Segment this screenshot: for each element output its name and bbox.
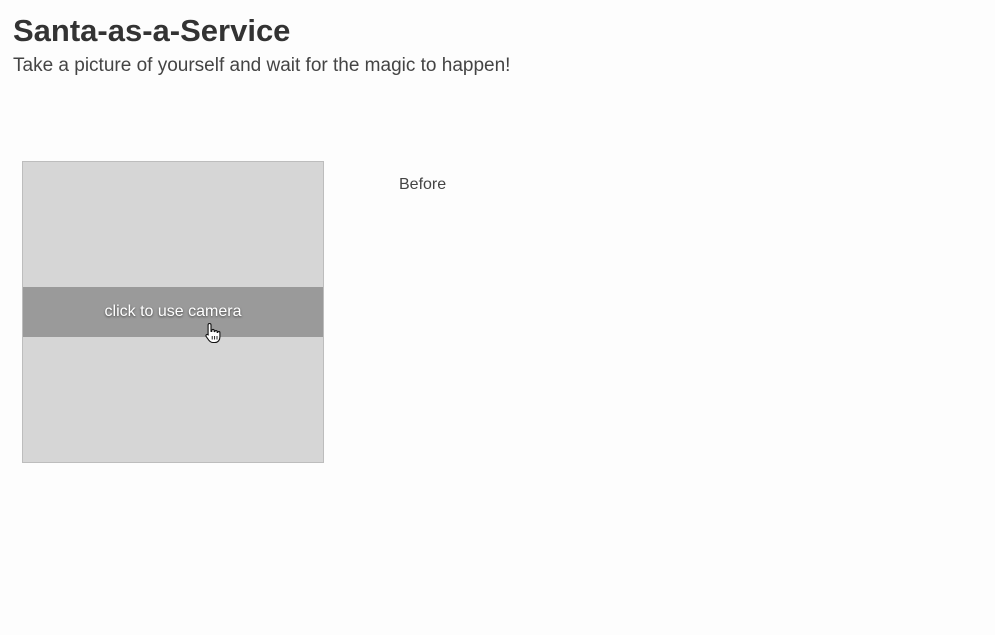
page: Santa-as-a-Service Take a picture of you…: [0, 0, 995, 635]
use-camera-label: click to use camera: [104, 303, 242, 320]
page-title: Santa-as-a-Service: [13, 13, 291, 48]
camera-capture-area[interactable]: click to use camera: [22, 161, 324, 463]
page-subtitle: Take a picture of yourself and wait for …: [13, 55, 511, 76]
use-camera-button[interactable]: click to use camera: [23, 287, 323, 337]
before-label: Before: [399, 176, 447, 193]
